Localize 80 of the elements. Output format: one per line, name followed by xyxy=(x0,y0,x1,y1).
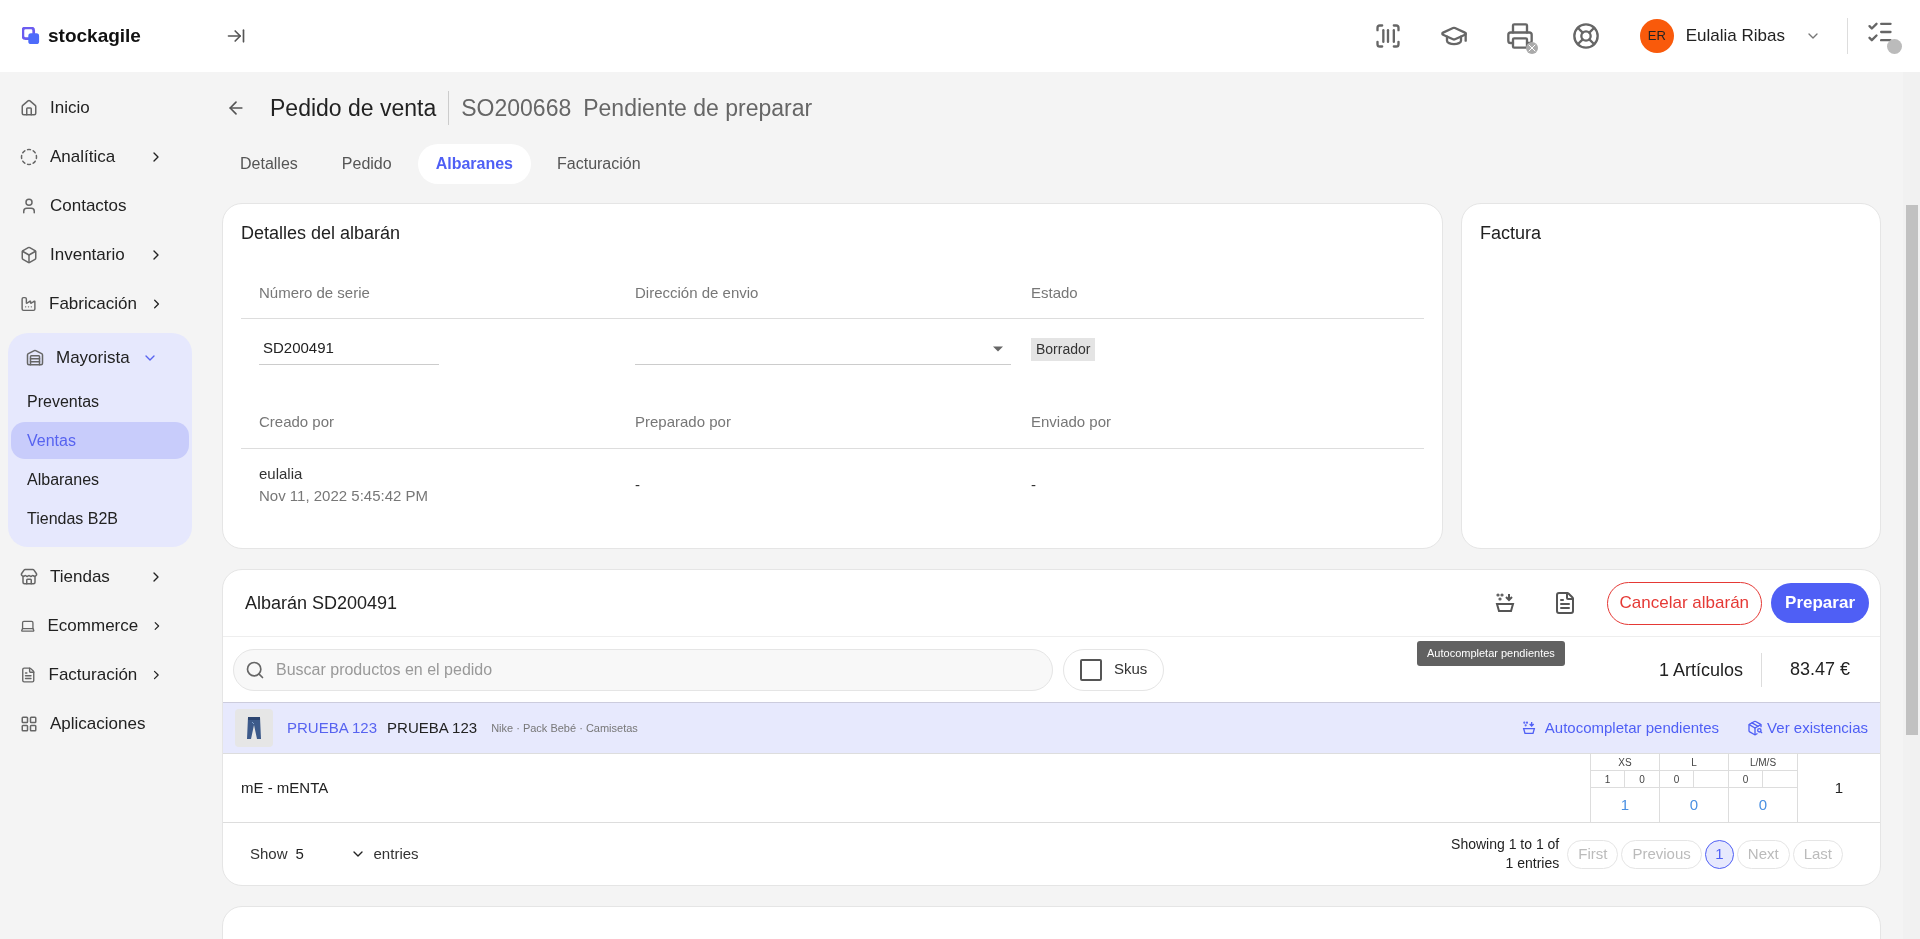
logo-icon xyxy=(22,27,40,45)
order-status: Pendiente de preparar xyxy=(583,93,813,123)
user-name[interactable]: Eulalia Ribas xyxy=(1685,23,1785,49)
size-header: L xyxy=(1660,754,1728,771)
serial-number-field[interactable]: SD200491 xyxy=(259,333,439,365)
tab[interactable]: Detalles xyxy=(222,144,316,184)
size-header: L/M/S xyxy=(1729,754,1797,771)
prepare-button[interactable]: Preparar xyxy=(1771,583,1869,623)
sidebar-item[interactable]: Aplicaciones xyxy=(8,700,192,747)
entries-label: entries xyxy=(373,843,419,864)
field-label: Creado por xyxy=(259,411,336,432)
quantity-link[interactable]: 1 xyxy=(1591,788,1659,822)
sidebar-item[interactable]: Analítica xyxy=(8,133,192,180)
variant-name: mE - mENTA xyxy=(240,777,330,798)
stock-cell: 0 xyxy=(1660,771,1694,788)
pagination-info: Showing 1 to 1 of 1 entries xyxy=(1450,835,1560,873)
collapse-sidebar-button[interactable] xyxy=(226,26,246,46)
show-label: Show xyxy=(250,843,288,864)
product-name: PRUEBA 123 xyxy=(387,717,478,738)
field-label: Enviado por xyxy=(1031,411,1113,432)
search-field[interactable]: Buscar productos en el pedido xyxy=(233,648,1053,691)
variant-total: 1 xyxy=(1833,777,1845,798)
stock-cell-text: 0 xyxy=(1638,773,1646,787)
card-title: Albarán SD200491 xyxy=(245,591,399,615)
sidebar-item[interactable]: Inicio xyxy=(8,84,192,131)
product-code-link[interactable]: PRUEBA 123 xyxy=(287,716,378,740)
ring-icon xyxy=(20,147,38,166)
page-title: Pedido de venta xyxy=(270,90,450,126)
lifebuoy-icon[interactable] xyxy=(1571,22,1600,50)
grid-icon xyxy=(20,714,38,733)
field-label: Preparado por xyxy=(635,411,732,432)
sidebar-item[interactable]: Mayorista xyxy=(14,334,186,382)
cube-icon xyxy=(20,245,38,264)
submenu-item[interactable]: Tiendas B2B xyxy=(11,500,189,537)
sidebar-item[interactable]: Tiendas xyxy=(8,553,192,600)
factory-icon xyxy=(20,294,37,313)
store-icon xyxy=(20,567,38,586)
tab[interactable]: Facturación xyxy=(539,144,659,184)
field-label: Estado xyxy=(1031,283,1079,304)
sidebar-item[interactable]: Inventario xyxy=(8,231,192,278)
sidebar-item[interactable]: Fabricación xyxy=(8,280,192,327)
created-date: Nov 11, 2022 5:45:42 PM xyxy=(259,486,429,506)
tooltip: Autocompletar pendientes xyxy=(1417,641,1565,666)
product-meta: Nike · Pack Bebé · Camisetas xyxy=(491,720,638,736)
article-count: 1 Artículos xyxy=(1658,652,1762,687)
sent-by-value: - xyxy=(1031,474,1036,495)
card-title: Detalles del albarán xyxy=(241,222,402,245)
document-icon xyxy=(20,665,37,684)
page-button[interactable]: 1 xyxy=(1704,839,1734,869)
package-search-icon xyxy=(1747,720,1764,736)
submenu-item[interactable]: Preventas xyxy=(11,383,189,420)
logo-text: stockagile xyxy=(48,23,141,48)
tab[interactable]: Albaranes xyxy=(417,144,531,184)
barcode-scanner-icon[interactable] xyxy=(1373,22,1402,50)
field-label: Dirección de envio xyxy=(635,283,760,304)
status-badge: Borrador xyxy=(1031,337,1096,361)
basket-icon xyxy=(1520,720,1537,736)
warehouse-icon xyxy=(26,349,44,367)
stock-cell: 0 xyxy=(1729,771,1763,788)
card-title: Factura xyxy=(1480,222,1543,245)
creator-name: eulalia xyxy=(259,463,304,484)
field-label: Número de serie xyxy=(259,283,371,304)
order-total: 83.47 € xyxy=(1789,658,1850,681)
autocomplete-link[interactable]: Autocompletar pendientes xyxy=(1520,716,1720,740)
avatar[interactable]: ER xyxy=(1639,19,1674,53)
prepared-by-value: - xyxy=(635,474,640,495)
order-number: SO200668 xyxy=(461,93,572,123)
sidebar-item[interactable]: Facturación xyxy=(8,651,192,698)
caret-icon xyxy=(993,345,1003,352)
user-icon xyxy=(20,196,38,215)
size-header: XS xyxy=(1591,754,1659,771)
view-stock-link[interactable]: Ver existencias xyxy=(1747,716,1868,740)
page-size-select[interactable]: 5 xyxy=(295,842,366,866)
tab[interactable]: Pedido xyxy=(323,144,410,184)
search-icon xyxy=(245,659,265,680)
submenu-item[interactable]: Albaranes xyxy=(11,461,189,498)
stock-cell: 1 xyxy=(1591,771,1625,788)
sidebar-item[interactable]: Contactos xyxy=(8,182,192,229)
home-icon xyxy=(20,98,38,117)
sidebar-item[interactable]: Ecommerce xyxy=(8,602,192,649)
